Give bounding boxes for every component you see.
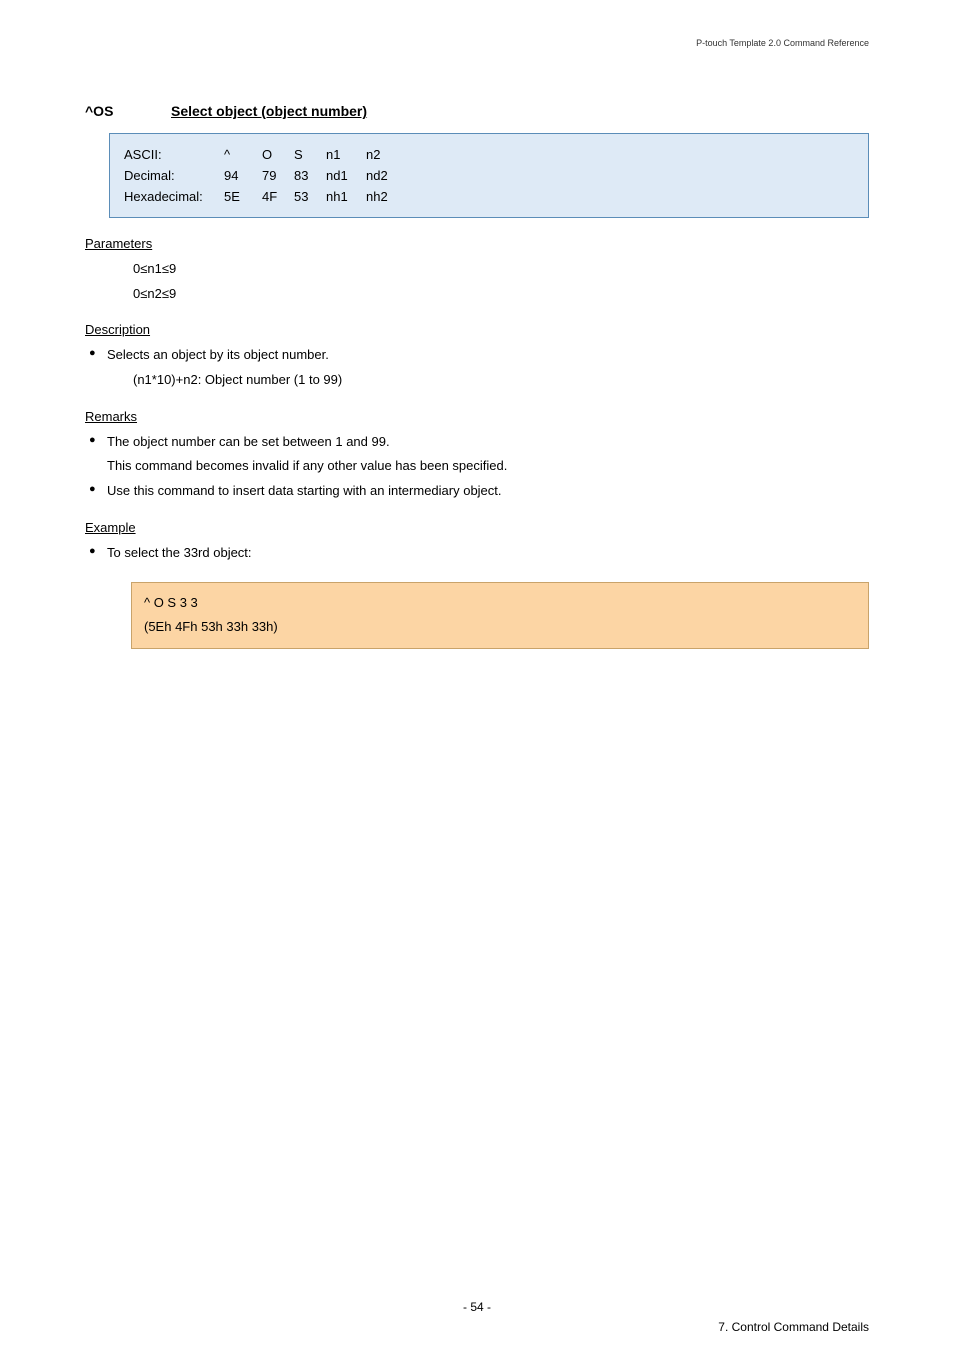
encoding-cell: 4F <box>262 186 294 207</box>
example-list: To select the 33rd object: <box>85 541 869 566</box>
doc-header-title: P-touch Template 2.0 Command Reference <box>696 38 869 48</box>
encoding-cell: S <box>294 144 326 165</box>
encoding-cell: nh2 <box>366 186 406 207</box>
encoding-label: Decimal: <box>124 165 224 186</box>
example-code-line: ^ O S 3 3 <box>144 591 856 616</box>
parameters-heading: Parameters <box>85 236 869 251</box>
description-bullet-text: Selects an object by its object number. <box>107 347 329 362</box>
example-code-box: ^ O S 3 3 (5Eh 4Fh 53h 33h 33h) <box>131 582 869 649</box>
encoding-cell: ^ <box>224 144 262 165</box>
encoding-cell: nd2 <box>366 165 406 186</box>
encoding-cell: nd1 <box>326 165 366 186</box>
encoding-cell: O <box>262 144 294 165</box>
parameter-line: 0≤n1≤9 <box>133 257 869 282</box>
remarks-text: The object number can be set between 1 a… <box>107 434 390 449</box>
encoding-cell: n2 <box>366 144 406 165</box>
section-heading: ^OSSelect object (object number) <box>85 103 869 119</box>
encoding-cell: 94 <box>224 165 262 186</box>
list-item: The object number can be set between 1 a… <box>85 430 869 479</box>
encoding-cell: 83 <box>294 165 326 186</box>
example-code-line: (5Eh 4Fh 53h 33h 33h) <box>144 615 856 640</box>
encoding-cell: 79 <box>262 165 294 186</box>
remarks-subline: This command becomes invalid if any othe… <box>107 454 869 479</box>
page-footer: - 54 - 7. Control Command Details <box>0 1300 954 1314</box>
encoding-cell: 5E <box>224 186 262 207</box>
encoding-table: ASCII: ^ O S n1 n2 Decimal: 94 79 83 nd1… <box>109 133 869 218</box>
encoding-cell: 53 <box>294 186 326 207</box>
encoding-cell: n1 <box>326 144 366 165</box>
example-heading: Example <box>85 520 869 535</box>
list-item: Use this command to insert data starting… <box>85 479 869 504</box>
table-row: Decimal: 94 79 83 nd1 nd2 <box>124 165 406 186</box>
remarks-list: The object number can be set between 1 a… <box>85 430 869 504</box>
footer-chapter: 7. Control Command Details <box>718 1320 869 1334</box>
list-item: Selects an object by its object number. … <box>85 343 869 392</box>
table-row: ASCII: ^ O S n1 n2 <box>124 144 406 165</box>
parameter-line: 0≤n2≤9 <box>133 282 869 307</box>
remarks-heading: Remarks <box>85 409 869 424</box>
remarks-text: Use this command to insert data starting… <box>107 483 502 498</box>
description-list: Selects an object by its object number. … <box>85 343 869 392</box>
description-heading: Description <box>85 322 869 337</box>
encoding-cell: nh1 <box>326 186 366 207</box>
parameters-block: 0≤n1≤9 0≤n2≤9 <box>133 257 869 306</box>
encoding-label: Hexadecimal: <box>124 186 224 207</box>
table-row: Hexadecimal: 5E 4F 53 nh1 nh2 <box>124 186 406 207</box>
section-title: Select object (object number) <box>171 103 367 119</box>
example-bullet-text: To select the 33rd object: <box>107 545 252 560</box>
page-number: - 54 - <box>0 1300 954 1314</box>
list-item: To select the 33rd object: <box>85 541 869 566</box>
description-subline: (n1*10)+n2: Object number (1 to 99) <box>107 368 869 393</box>
encoding-label: ASCII: <box>124 144 224 165</box>
section-command: ^OS <box>85 103 171 119</box>
